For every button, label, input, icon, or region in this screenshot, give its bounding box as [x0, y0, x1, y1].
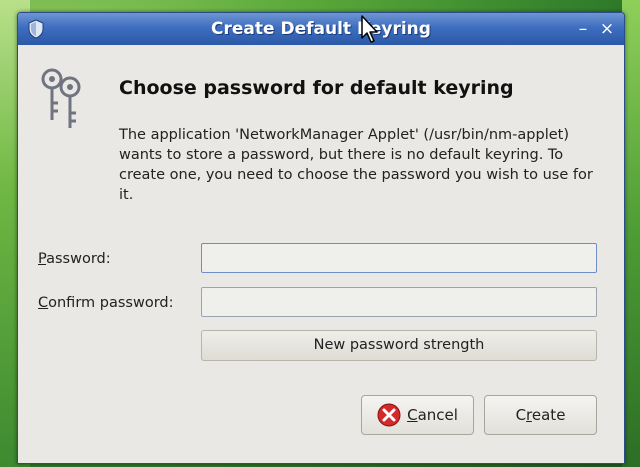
- password-input[interactable]: [201, 243, 597, 273]
- dialog-content: Choose password for default keyring The …: [18, 45, 624, 463]
- password-strength-meter: New password strength: [201, 330, 597, 361]
- keys-icon: [41, 68, 81, 128]
- close-button[interactable]: ×: [596, 18, 618, 40]
- create-label-start: C: [515, 406, 527, 424]
- window-title: Create Default Keyring: [211, 19, 431, 39]
- password-label: Password:: [38, 251, 111, 267]
- keyring-dialog-window: Create Default Keyring – × Choose passwo…: [17, 12, 625, 464]
- cancel-button[interactable]: Cancel: [361, 395, 474, 435]
- dialog-description: The application 'NetworkManager Applet' …: [119, 127, 593, 203]
- password-strength-label: New password strength: [313, 337, 485, 353]
- cancel-icon: [377, 403, 401, 427]
- confirm-password-input[interactable]: [201, 287, 597, 317]
- password-label-text: assword:: [46, 251, 111, 267]
- cancel-label-mnemonic: C: [407, 406, 418, 424]
- mouse-cursor-icon: [361, 15, 378, 43]
- password-label-mnemonic: P: [38, 251, 47, 267]
- confirm-label-text: onfirm password:: [48, 295, 174, 311]
- titlebar[interactable]: Create Default Keyring – ×: [18, 13, 624, 45]
- cancel-label-text: ancel: [417, 406, 458, 424]
- confirm-label-mnemonic: C: [38, 295, 49, 311]
- minimize-button[interactable]: –: [572, 18, 594, 40]
- confirm-password-label: Confirm password:: [38, 295, 174, 311]
- create-label-text: eate: [531, 406, 566, 424]
- dialog-heading: Choose password for default keyring: [119, 77, 514, 99]
- create-button[interactable]: Create: [484, 395, 597, 435]
